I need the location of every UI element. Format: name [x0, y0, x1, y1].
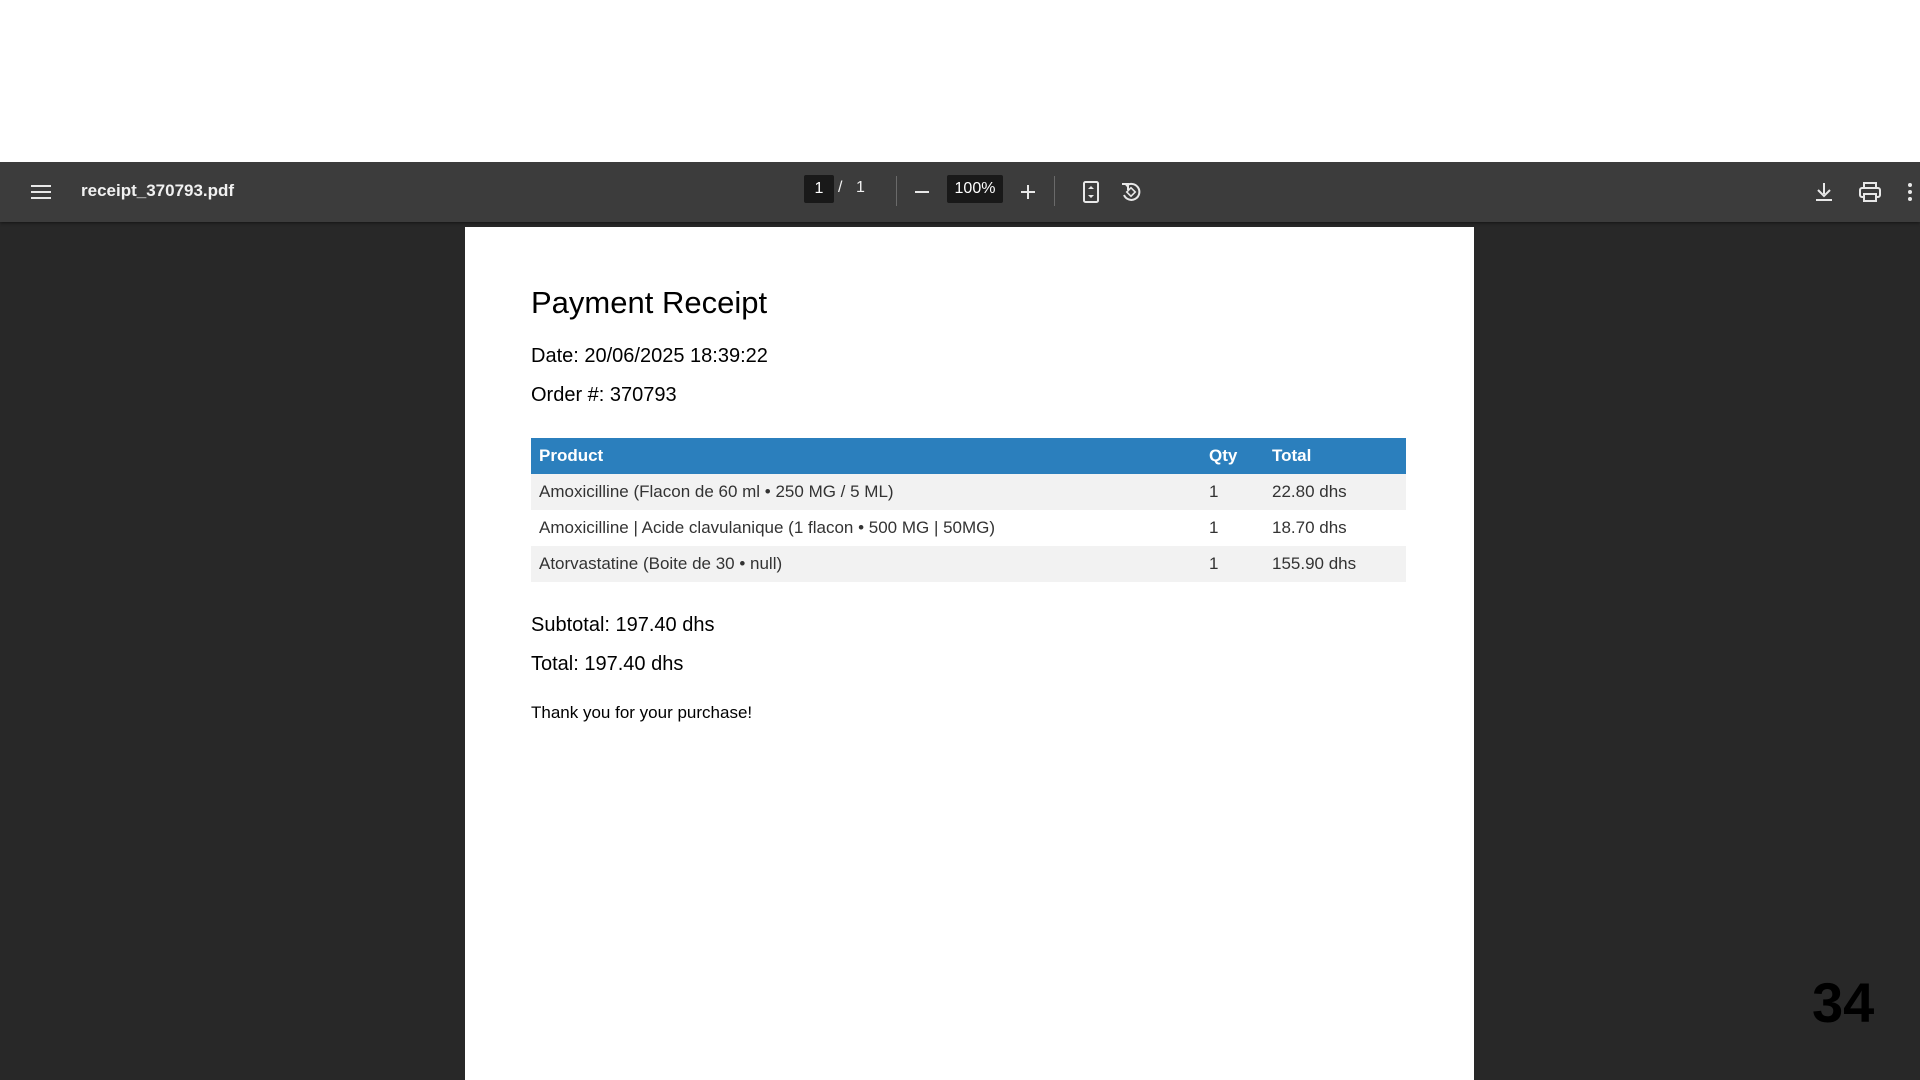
receipt-total: Total: 197.40 dhs	[531, 653, 684, 675]
download-icon[interactable]	[1806, 174, 1842, 210]
more-vertical-icon[interactable]	[1898, 174, 1920, 210]
total-pages: 1	[856, 179, 865, 196]
qty-cell: 1	[1209, 518, 1219, 537]
fit-page-icon[interactable]	[1073, 174, 1109, 210]
pdf-viewer: receipt_370793.pdf / 1 Payment Recei	[0, 162, 1920, 1080]
toolbar-divider	[896, 176, 897, 206]
toolbar-divider	[1054, 176, 1055, 206]
receipt-order-number: Order #: 370793	[531, 384, 677, 406]
slide-number: 34	[1812, 971, 1875, 1034]
file-title: receipt_370793.pdf	[81, 181, 235, 200]
column-header-total: Total	[1264, 438, 1406, 474]
product-cell: Amoxicilline | Acide clavulanique (1 fla…	[539, 518, 996, 537]
pdf-toolbar: receipt_370793.pdf / 1	[0, 162, 1920, 222]
table-row: Atorvastatine (Boite de 30 • null) 1 155…	[531, 546, 1406, 582]
receipt-title: Payment Receipt	[531, 285, 768, 320]
table-header-row: Product Qty Total	[531, 438, 1406, 474]
column-header-product: Product	[531, 438, 1201, 474]
table-row: Amoxicilline (Flacon de 60 ml • 250 MG /…	[531, 474, 1406, 510]
rotate-counterclockwise-icon[interactable]	[1113, 174, 1149, 210]
minus-icon[interactable]	[904, 174, 940, 210]
product-cell: Atorvastatine (Boite de 30 • null)	[531, 546, 1201, 582]
qty-cell: 1	[1201, 474, 1264, 510]
receipt-items-table: Product Qty Total Amoxicilline (Flacon d…	[531, 438, 1406, 582]
page-separator: /	[838, 179, 843, 196]
total-cell: 155.90 dhs	[1264, 546, 1406, 582]
total-cell: 18.70 dhs	[1272, 518, 1347, 537]
plus-icon[interactable]	[1010, 174, 1046, 210]
thank-you-message: Thank you for your purchase!	[531, 703, 753, 722]
pdf-page: Payment Receipt Date: 20/06/2025 18:39:2…	[465, 227, 1474, 1080]
page-number-input[interactable]	[804, 175, 834, 203]
receipt-subtotal: Subtotal: 197.40 dhs	[531, 614, 715, 636]
product-cell: Amoxicilline (Flacon de 60 ml • 250 MG /…	[531, 474, 1201, 510]
total-cell: 22.80 dhs	[1264, 474, 1406, 510]
top-blank-area	[0, 0, 1920, 162]
zoom-level-input[interactable]	[947, 175, 1003, 203]
column-header-qty: Qty	[1201, 438, 1264, 474]
print-icon[interactable]	[1852, 174, 1888, 210]
table-row: Amoxicilline | Acide clavulanique (1 fla…	[531, 510, 1406, 546]
menu-icon[interactable]	[23, 174, 59, 210]
qty-cell: 1	[1201, 546, 1264, 582]
receipt-date: Date: 20/06/2025 18:39:22	[531, 345, 768, 367]
